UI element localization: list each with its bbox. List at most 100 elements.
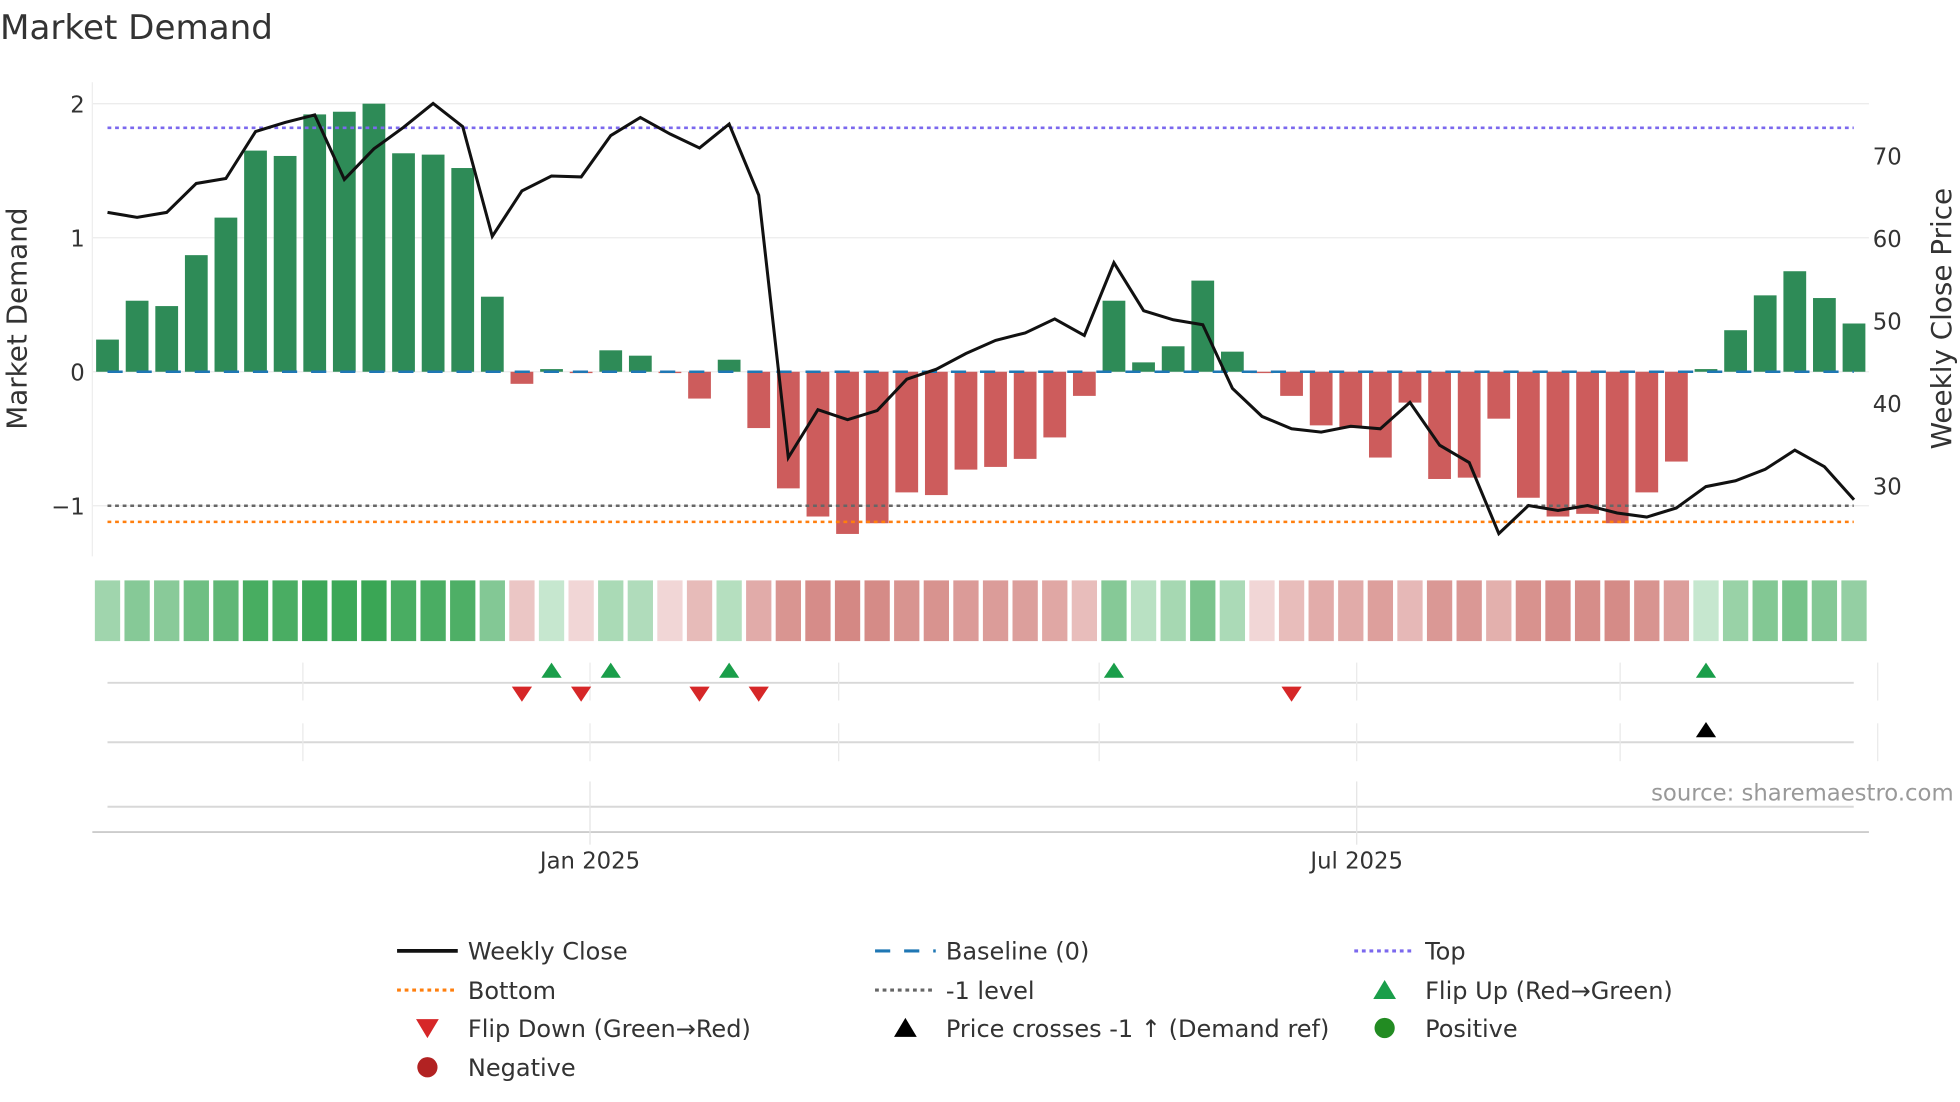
- circle-icon: [1374, 1017, 1395, 1039]
- chart-title: Market Demand: [0, 8, 273, 48]
- demand-bar: [421, 154, 445, 372]
- heat-cell: [805, 580, 831, 642]
- circle-icon: [417, 1057, 438, 1078]
- demand-bar: [1813, 298, 1836, 372]
- y2-axis-label: Weekly Close Price: [1925, 188, 1958, 450]
- flip-up-marker: [719, 662, 740, 678]
- price-cross-marker: [1695, 722, 1717, 738]
- heat-cell: [1782, 580, 1808, 642]
- demand-bar: [836, 371, 859, 534]
- heat-cell: [154, 580, 180, 642]
- heat-cell: [1486, 580, 1512, 642]
- demand-bar: [1665, 371, 1688, 462]
- heat-cell: [242, 580, 269, 642]
- heat-cell: [331, 580, 357, 642]
- demand-bar: [1842, 323, 1866, 372]
- heat-cell: [420, 580, 446, 642]
- demand-bar: [1724, 330, 1747, 372]
- legend-item: Flip Down (Green→Red): [416, 1015, 751, 1043]
- y2-tick-label: 30: [1873, 475, 1902, 501]
- demand-bar: [1132, 362, 1155, 372]
- legend-label: Positive: [1425, 1015, 1518, 1043]
- heat-cell: [982, 580, 1009, 642]
- heat-cell: [1663, 580, 1690, 642]
- flip-down-marker: [689, 686, 710, 702]
- legend-item: Negative: [417, 1054, 576, 1082]
- demand-bar: [1309, 371, 1333, 426]
- heat-cell: [627, 580, 653, 642]
- demand-bar: [214, 217, 238, 372]
- heat-cell: [1367, 580, 1394, 642]
- market-demand-chart: Market Demand 2 1 0 −1 70 60 50 40 30 Jan 2025 Jul…: [0, 8, 1958, 1082]
- heat-cell: [1160, 580, 1186, 642]
- heat-cell: [1130, 580, 1157, 642]
- demand-bar: [1043, 371, 1067, 438]
- flip-down-marker: [1281, 686, 1302, 702]
- heat-cell: [302, 580, 328, 642]
- heat-cell: [746, 580, 772, 642]
- demand-bar: [747, 371, 771, 429]
- legend-item: Flip Up (Red→Green): [1373, 977, 1673, 1005]
- heat-cell: [864, 580, 890, 642]
- flip-down-marker: [571, 686, 592, 702]
- demand-bars: [96, 103, 1866, 534]
- heat-cell: [272, 580, 298, 642]
- legend-item: Top: [1354, 938, 1466, 966]
- heat-cell: [1101, 580, 1127, 642]
- heat-cell: [361, 580, 387, 642]
- triangle-down-icon: [416, 1019, 439, 1039]
- demand-bar: [1072, 371, 1096, 396]
- y2-tick-label: 50: [1873, 309, 1902, 335]
- legend: Weekly Close Baseline (0) Top Bottom -1 leve…: [397, 938, 1673, 1082]
- demand-bar: [717, 359, 741, 372]
- x-tick-label: Jul 2025: [1308, 849, 1403, 875]
- demand-bar: [1546, 371, 1570, 517]
- demand-bar: [451, 168, 475, 372]
- heat-cell: [1604, 580, 1630, 642]
- heat-cell: [1722, 580, 1749, 642]
- heat-cell: [213, 580, 239, 642]
- demand-heat-strip: [94, 580, 1867, 642]
- legend-label: Flip Up (Red→Green): [1425, 977, 1673, 1005]
- legend-item: Baseline (0): [875, 938, 1089, 966]
- heat-cell: [1071, 580, 1098, 642]
- demand-bar: [1280, 371, 1303, 396]
- heat-cell: [1752, 580, 1778, 642]
- legend-item: Positive: [1374, 1015, 1518, 1043]
- flip-down-marker: [748, 686, 769, 702]
- heat-cell: [923, 580, 949, 642]
- demand-bar: [688, 371, 711, 399]
- flip-down-marker: [511, 686, 533, 702]
- demand-bar: [273, 155, 297, 372]
- heat-cell: [1634, 580, 1660, 642]
- flip-up-marker: [541, 662, 562, 678]
- demand-bar: [1605, 371, 1629, 524]
- demand-bar: [806, 371, 830, 517]
- legend-item: Price crosses -1 ↑ (Demand ref): [894, 1015, 1329, 1043]
- heat-cell: [1249, 580, 1275, 642]
- heat-cell: [1397, 580, 1423, 642]
- event-markers: [92, 662, 1879, 845]
- legend-item: Bottom: [397, 977, 556, 1005]
- heat-cell: [1456, 580, 1482, 642]
- demand-bar: [599, 350, 623, 372]
- demand-bar: [480, 296, 504, 372]
- heat-cell: [1545, 580, 1571, 642]
- demand-bar: [1398, 371, 1422, 403]
- heat-cell: [1338, 580, 1364, 642]
- y-tick-label: −1: [51, 495, 85, 521]
- demand-bar: [303, 114, 327, 372]
- demand-bar: [1487, 371, 1511, 419]
- y-axis-label: Market Demand: [1, 208, 34, 430]
- heat-cell: [1515, 580, 1542, 642]
- heat-cell: [657, 580, 683, 642]
- demand-bar: [1013, 371, 1037, 459]
- heat-cell: [834, 580, 861, 642]
- demand-bar: [1576, 371, 1599, 514]
- demand-bar: [954, 371, 978, 470]
- heat-cell: [1012, 580, 1038, 642]
- y2-tick-label: 60: [1873, 227, 1902, 253]
- legend-label: Baseline (0): [946, 938, 1089, 966]
- heat-cell: [894, 580, 920, 642]
- heat-cell: [1426, 580, 1453, 642]
